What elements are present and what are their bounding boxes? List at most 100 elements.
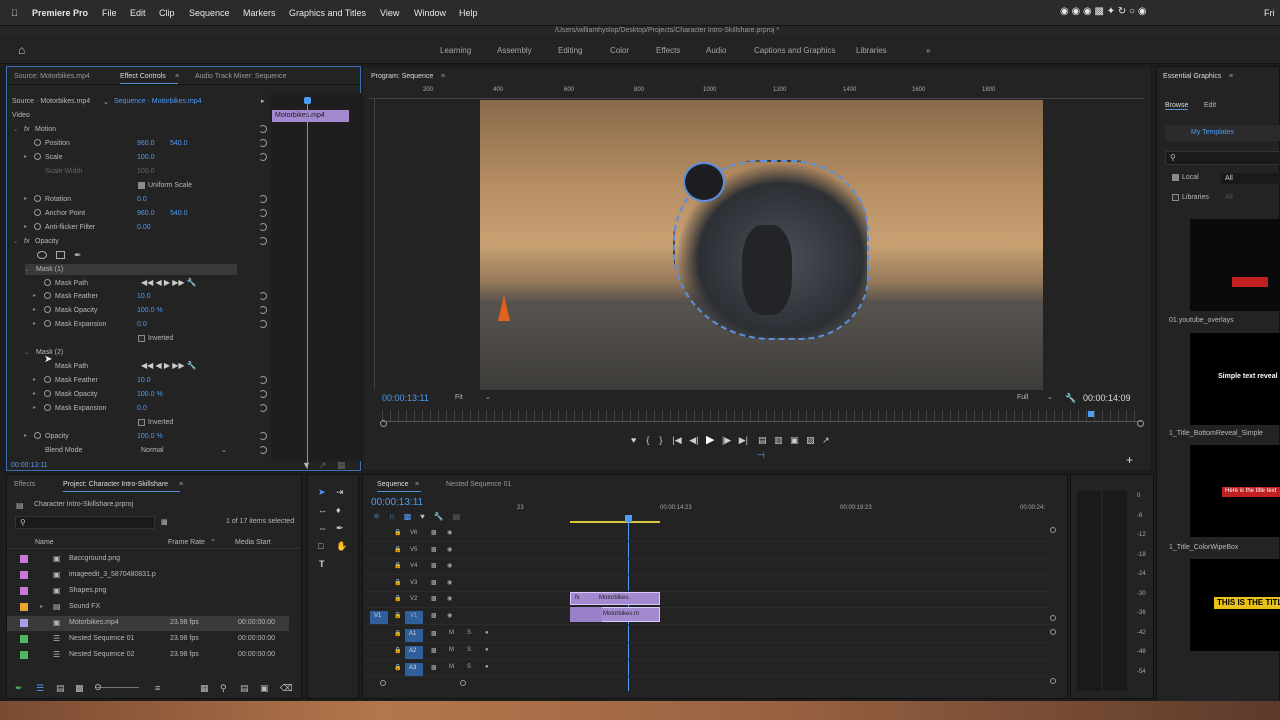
rotation-value[interactable]: 0.0: [137, 196, 147, 203]
fx-opacity-badge-icon[interactable]: fx: [24, 238, 29, 245]
eye-icon[interactable]: ◉: [447, 579, 452, 586]
fx-badge-icon[interactable]: fx: [24, 126, 29, 133]
project-list-item[interactable]: ☰ Nested Sequence 02 23.98 fps 00:00:00:…: [7, 648, 289, 663]
resolution-select[interactable]: Full: [1017, 394, 1028, 401]
pen-tool-icon[interactable]: ✒: [336, 523, 344, 534]
workspace-libraries[interactable]: Libraries: [856, 46, 887, 55]
filter-icon[interactable]: ▼: [302, 460, 311, 470]
expand-flicker-icon[interactable]: ▸: [24, 223, 27, 230]
scroll-end-handle[interactable]: [1137, 420, 1144, 427]
reset-mask2-expansion-icon[interactable]: [259, 404, 267, 412]
project-list-item[interactable]: ▣ Shapes.png: [7, 584, 289, 599]
program-menu-icon[interactable]: ≡: [441, 73, 445, 80]
razor-tool-icon[interactable]: ♦: [336, 505, 341, 515]
label-color-swatch[interactable]: [20, 651, 28, 659]
mask1-track-controls[interactable]: ◀◀ ◀ ▶ ▶▶ 🔧: [141, 278, 197, 287]
track-target[interactable]: V5: [405, 545, 423, 558]
export-frame-icon[interactable]: ↗: [822, 435, 830, 445]
position-y-value[interactable]: 540.0: [170, 140, 188, 147]
anchor-y-value[interactable]: 540.0: [170, 210, 188, 217]
mask1-expansion-value[interactable]: 0.0: [137, 321, 147, 328]
track-target[interactable]: A1: [405, 629, 423, 642]
tab-effect-controls[interactable]: Effect Controls: [120, 73, 178, 84]
ec-timecode[interactable]: 00:00:13:11: [11, 462, 47, 469]
lock-icon[interactable]: 🔒: [394, 562, 401, 569]
eye-icon[interactable]: ◉: [447, 529, 452, 536]
stopwatch-position-icon[interactable]: [34, 139, 41, 146]
tab-edit[interactable]: Edit: [1204, 102, 1216, 109]
collapse-mask1-icon[interactable]: ⌄: [24, 266, 29, 273]
stopwatch-flicker-icon[interactable]: [34, 223, 41, 230]
mic-icon[interactable]: ●: [485, 647, 489, 653]
uniform-scale-checkbox[interactable]: [138, 182, 145, 189]
workspace-learning[interactable]: Learning: [440, 46, 471, 55]
zoom-slider[interactable]: [95, 687, 139, 688]
template-thumb-youtube[interactable]: [1190, 219, 1280, 311]
keyframe-icon[interactable]: ▦: [337, 460, 346, 471]
icon-view-icon[interactable]: ▤: [56, 683, 65, 694]
libraries-checkbox[interactable]: [1172, 194, 1179, 201]
mark-out-icon[interactable]: }: [659, 435, 662, 445]
compare-icon[interactable]: ▧: [806, 435, 815, 445]
label-color-swatch[interactable]: [20, 587, 28, 595]
sync-lock-icon[interactable]: ▩: [431, 647, 437, 654]
sync-lock-icon[interactable]: ▩: [431, 664, 437, 671]
reset-scale-icon[interactable]: [259, 153, 267, 161]
local-checkbox[interactable]: [1172, 174, 1179, 181]
list-view-icon[interactable]: ☰: [36, 683, 44, 694]
lock-icon[interactable]: 🔒: [394, 647, 401, 654]
mask2-feather-value[interactable]: 10.0: [137, 377, 151, 384]
ec-playhead-handle[interactable]: [304, 97, 311, 104]
go-to-out-icon[interactable]: ▶|: [739, 435, 748, 445]
freeform-view-icon[interactable]: ▩: [75, 683, 84, 694]
sort-icon[interactable]: ≡: [155, 683, 160, 693]
work-area-bar[interactable]: [570, 521, 660, 523]
go-to-in-icon[interactable]: |◀: [672, 435, 681, 445]
sync-lock-icon[interactable]: ▩: [431, 579, 437, 586]
template-name-youtube[interactable]: 01.youtube_overlays: [1169, 317, 1234, 324]
track-target[interactable]: A3: [405, 663, 423, 676]
new-bin-icon[interactable]: ▤: [240, 683, 249, 694]
trash-icon[interactable]: ⌫: [280, 683, 293, 694]
lock-icon[interactable]: 🔒: [394, 630, 401, 637]
sync-lock-icon[interactable]: ▩: [431, 630, 437, 637]
mask2-expansion-value[interactable]: 0.0: [137, 405, 147, 412]
tab-project[interactable]: Project: Character Intro-Skillshare: [63, 481, 181, 492]
my-templates-tab[interactable]: My Templates: [1165, 125, 1280, 141]
new-bin-from-search-icon[interactable]: ▩: [161, 518, 168, 526]
full-chevron-icon[interactable]: ⌄: [1047, 393, 1053, 401]
mask1-inverted-checkbox[interactable]: [138, 335, 145, 342]
reset-mask1-opacity-icon[interactable]: [259, 306, 267, 314]
eye-icon[interactable]: ◉: [447, 612, 452, 619]
hscroll-end[interactable]: [460, 680, 466, 686]
solo-icon[interactable]: S: [467, 664, 471, 670]
reset-position-icon[interactable]: [259, 139, 267, 147]
reset-mask1-feather-icon[interactable]: [259, 292, 267, 300]
stopwatch-mask2-expansion-icon[interactable]: [44, 404, 51, 411]
reset-mask1-expansion-icon[interactable]: [259, 320, 267, 328]
tab-nested-sequence-01[interactable]: Nested Sequence 01: [446, 481, 511, 488]
eye-icon[interactable]: ◉: [447, 562, 452, 569]
lock-icon[interactable]: 🔒: [394, 579, 401, 586]
snap-icon[interactable]: ∩: [389, 512, 395, 521]
workspace-more-icon[interactable]: »: [926, 46, 930, 55]
essential-graphics-title[interactable]: Essential Graphics: [1163, 73, 1221, 80]
home-icon[interactable]: ⌂: [18, 43, 25, 57]
project-list-item[interactable]: ▣ Motorbikes.mp4 23.98 fps 00:00:00:00: [7, 616, 289, 631]
project-search-input[interactable]: ⚲: [15, 516, 155, 529]
template-thumb-title[interactable]: THIS IS THE TITLE: [1190, 559, 1280, 651]
workspace-editing[interactable]: Editing: [558, 46, 582, 55]
expand-mask2-opacity-icon[interactable]: ▸: [33, 390, 36, 397]
vscroll-top[interactable]: [1050, 527, 1056, 533]
pen-mask-icon[interactable]: ✒: [74, 250, 82, 261]
project-menu-icon[interactable]: ≡: [179, 481, 183, 488]
expand-mask2-expansion-icon[interactable]: ▸: [33, 404, 36, 411]
blend-mode-select[interactable]: Normal: [141, 447, 164, 454]
mask2-inverted-checkbox[interactable]: [138, 419, 145, 426]
eye-icon[interactable]: ◉: [447, 595, 452, 602]
track-target[interactable]: V3: [405, 578, 423, 591]
expand-mask1-opacity-icon[interactable]: ▸: [33, 306, 36, 313]
vscroll-mid[interactable]: [1050, 615, 1056, 621]
scale-value[interactable]: 100.0: [137, 154, 155, 161]
eg-search-input[interactable]: ⚲: [1165, 151, 1280, 165]
